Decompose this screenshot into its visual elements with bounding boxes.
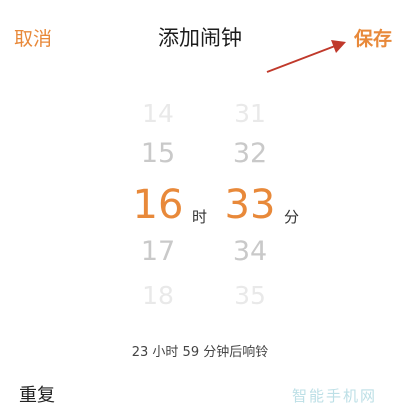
minute-unit-label: 分 [284, 208, 300, 226]
selected-minute[interactable]: 33 [220, 185, 280, 225]
minute-option[interactable]: 31 [220, 101, 280, 126]
hour-option[interactable]: 17 [128, 238, 188, 265]
minute-option[interactable]: 32 [220, 140, 280, 167]
repeat-setting-label[interactable]: 重复 [19, 381, 55, 407]
minute-option[interactable]: 34 [220, 238, 280, 265]
hour-picker-column[interactable]: 14 15 16 17 18 [128, 0, 188, 330]
selected-hour[interactable]: 16 [128, 185, 188, 225]
hour-option[interactable]: 14 [128, 101, 188, 126]
ring-countdown-text: 23 小时 59 分钟后响铃 [131, 345, 269, 360]
minute-option[interactable]: 35 [220, 283, 280, 308]
hour-unit-label: 时 [192, 208, 208, 226]
hour-option[interactable]: 15 [128, 140, 188, 167]
hour-option[interactable]: 18 [128, 283, 188, 308]
minute-picker-column[interactable]: 31 32 33 34 35 [220, 0, 280, 330]
